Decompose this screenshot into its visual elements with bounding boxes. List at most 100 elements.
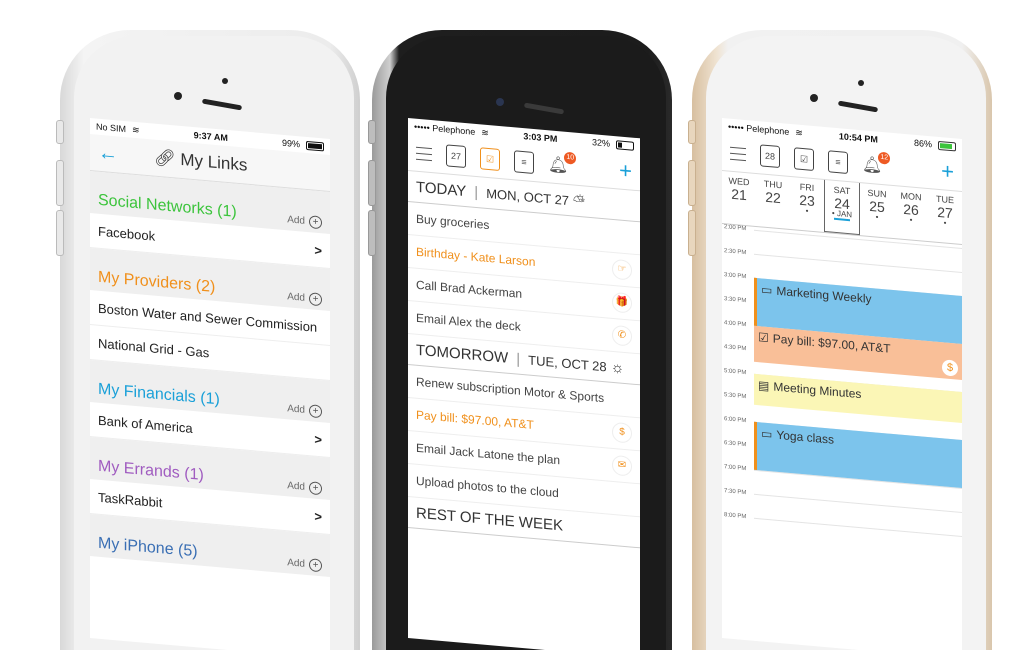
wifi-icon: ≋ bbox=[481, 126, 489, 138]
front-camera bbox=[496, 98, 504, 106]
item-label: Facebook bbox=[98, 223, 156, 244]
task-label: Pay bill: $97.00, AT&T bbox=[416, 407, 534, 433]
task-label: Email Alex the deck bbox=[416, 310, 521, 334]
section-name: My iPhone (5) bbox=[98, 534, 198, 561]
day-cell[interactable]: TUE 27 • bbox=[928, 189, 962, 244]
volume-down-button bbox=[368, 210, 376, 256]
phone-silver: No SIM ≋ 9:37 AM 99% ← 🔗︎ My Links Socia… bbox=[56, 30, 360, 659]
notes-icon[interactable]: ≡ bbox=[828, 150, 848, 175]
menu-icon[interactable] bbox=[416, 146, 432, 161]
bell-icon[interactable]: 🔔︎ 10 bbox=[548, 151, 577, 176]
carrier: No SIM bbox=[96, 121, 127, 135]
notification-badge: 12 bbox=[878, 151, 891, 165]
event-icon: ▭ bbox=[761, 282, 773, 298]
battery-icon bbox=[305, 140, 324, 151]
task-action-icon[interactable]: ✆ bbox=[612, 324, 632, 347]
volume-down-button bbox=[688, 210, 696, 256]
phone-space-gray: ••••• Pelephone ≋ 3:03 PM 32% 27 ☑ ≡ 🔔︎ 1… bbox=[368, 30, 672, 659]
day-cell[interactable]: WED 21 bbox=[722, 171, 756, 226]
plus-circle-icon: + bbox=[309, 558, 322, 573]
add-button[interactable]: Add + bbox=[287, 290, 322, 307]
wifi-icon: ≋ bbox=[132, 124, 140, 135]
earpiece-speaker bbox=[523, 102, 565, 115]
battery-percent: 32% bbox=[591, 137, 610, 149]
add-button[interactable]: Add + bbox=[287, 402, 322, 419]
screen-tasks: ••••• Pelephone ≋ 3:03 PM 32% 27 ☑ ≡ 🔔︎ 1… bbox=[408, 118, 640, 659]
task-label: Upload photos to the cloud bbox=[416, 473, 559, 501]
page-title: 🔗︎ My Links bbox=[154, 147, 248, 175]
links-list: Social Networks (1) Add + Facebook > My Provi… bbox=[90, 171, 330, 577]
add-label: Add bbox=[287, 214, 305, 227]
event-icon: ▤ bbox=[758, 378, 770, 394]
plus-circle-icon: + bbox=[309, 481, 322, 496]
event-icon: ▭ bbox=[761, 426, 773, 442]
earpiece-speaker bbox=[201, 98, 243, 111]
calendar-icon[interactable]: 27 bbox=[446, 144, 466, 169]
add-button[interactable]: Add + bbox=[287, 213, 322, 230]
tomorrow-task-list: Renew subscription Motor & Sports Pay bil… bbox=[408, 365, 640, 518]
add-button[interactable]: + bbox=[619, 157, 632, 184]
add-label: Add bbox=[287, 480, 305, 493]
phone-gold: ••••• Pelephone ≋ 10:54 PM 86% 28 ☑ ≡ 🔔︎… bbox=[688, 30, 992, 659]
plus-circle-icon: + bbox=[309, 292, 322, 307]
add-label: Add bbox=[287, 291, 305, 304]
earpiece-speaker bbox=[837, 100, 879, 113]
dollar-icon[interactable]: $ bbox=[942, 359, 958, 377]
front-camera bbox=[810, 94, 818, 102]
volume-up-button bbox=[56, 160, 64, 206]
day-cell[interactable]: SAT 24 • JAN bbox=[824, 179, 860, 236]
task-action-icon[interactable]: ☞ bbox=[612, 258, 632, 281]
day-cell[interactable]: FRI 23 • bbox=[790, 177, 824, 232]
chevron-right-icon: > bbox=[314, 431, 322, 447]
sensor bbox=[222, 78, 228, 84]
menu-icon[interactable] bbox=[730, 146, 746, 161]
wifi-icon: ≋ bbox=[795, 126, 803, 138]
add-button[interactable]: + bbox=[941, 158, 954, 185]
notes-icon[interactable]: ≡ bbox=[514, 150, 534, 175]
notification-badge: 10 bbox=[564, 151, 577, 165]
event-label: Marketing Weekly bbox=[776, 283, 872, 307]
day-cell[interactable]: SUN 25 • bbox=[860, 183, 894, 238]
bell-icon[interactable]: 🔔︎ 12 bbox=[862, 151, 891, 176]
day-cell[interactable]: THU 22 bbox=[756, 174, 790, 229]
mute-switch bbox=[688, 120, 696, 144]
screen-calendar: ••••• Pelephone ≋ 10:54 PM 86% 28 ☑ ≡ 🔔︎… bbox=[722, 118, 962, 659]
battery-percent: 99% bbox=[281, 137, 300, 150]
item-label: Bank of America bbox=[98, 412, 193, 436]
plus-circle-icon: + bbox=[309, 404, 322, 419]
volume-up-button bbox=[368, 160, 376, 206]
clock: 9:37 AM bbox=[193, 130, 228, 144]
battery-icon bbox=[937, 140, 956, 151]
day-cell[interactable]: MON 26 • bbox=[894, 186, 928, 241]
calendar-icon[interactable]: 28 bbox=[760, 144, 780, 169]
add-label: Add bbox=[287, 403, 305, 416]
partly-cloudy-icon: ⛅︎ bbox=[573, 191, 586, 210]
item-label: TaskRabbit bbox=[98, 489, 163, 510]
today-task-list: Buy groceries Birthday - Kate Larson ☞ Call… bbox=[408, 202, 640, 355]
event-label: Meeting Minutes bbox=[773, 379, 862, 402]
plus-circle-icon: + bbox=[309, 215, 322, 230]
clock: 3:03 PM bbox=[523, 131, 558, 145]
task-action-icon[interactable]: 🎁 bbox=[612, 291, 632, 314]
volume-up-button bbox=[688, 160, 696, 206]
checklist-icon[interactable]: ☑ bbox=[794, 147, 814, 172]
screen-my-links: No SIM ≋ 9:37 AM 99% ← 🔗︎ My Links Socia… bbox=[90, 118, 330, 659]
arrow-left-icon[interactable]: ← bbox=[98, 141, 118, 166]
task-label: Birthday - Kate Larson bbox=[416, 244, 536, 270]
task-action-icon[interactable]: $ bbox=[612, 421, 632, 444]
front-camera bbox=[174, 92, 182, 100]
checklist-icon[interactable]: ☑ bbox=[480, 147, 500, 172]
add-button[interactable]: Add + bbox=[287, 556, 322, 573]
add-button[interactable]: Add + bbox=[287, 479, 322, 496]
battery-icon bbox=[616, 139, 634, 151]
link-icon: 🔗︎ bbox=[154, 147, 181, 169]
task-label: Email Jack Latone the plan bbox=[416, 440, 561, 468]
mute-switch bbox=[368, 120, 376, 144]
task-action-icon[interactable]: ✉ bbox=[612, 454, 632, 477]
day-dd: 21 bbox=[731, 185, 747, 204]
sun-icon: ☼ bbox=[610, 358, 625, 377]
volume-down-button bbox=[56, 210, 64, 256]
add-label: Add bbox=[287, 557, 305, 570]
day-dd: 22 bbox=[765, 188, 781, 207]
event-icon: ☑ bbox=[758, 330, 769, 346]
